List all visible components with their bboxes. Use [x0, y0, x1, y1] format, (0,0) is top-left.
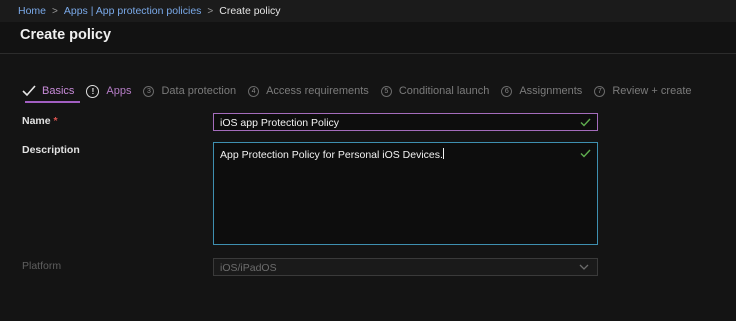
step-number-badge: 4 [248, 85, 260, 97]
info-icon: ! [86, 84, 100, 98]
tab-apps[interactable]: ! Apps [86, 84, 132, 98]
tab-conditional-launch[interactable]: 5 Conditional launch [380, 85, 490, 97]
active-tab-indicator [25, 101, 80, 103]
step-number-badge: 6 [501, 85, 513, 97]
name-label-text: Name [22, 115, 51, 127]
page-title: Create policy [20, 27, 112, 43]
step-number-badge: 7 [594, 85, 606, 97]
platform-select-value: iOS/iPadOS [220, 262, 277, 274]
platform-label: Platform [22, 260, 62, 272]
wizard-tabs: Basics ! Apps 3 Data protection 4 Access… [22, 80, 704, 102]
tab-data-protection[interactable]: 3 Data protection [143, 85, 236, 97]
chevron-right-icon: > [207, 5, 214, 17]
tab-label: Apps [106, 85, 132, 97]
name-field-value: iOS app Protection Policy [220, 117, 340, 129]
tab-review-create[interactable]: 7 Review + create [594, 85, 692, 97]
tab-label: Review + create [612, 85, 692, 97]
name-label: Name * [22, 115, 58, 127]
valid-check-icon [580, 149, 591, 158]
tab-label: Basics [42, 85, 75, 97]
step-number-badge: 3 [143, 85, 155, 97]
chevron-right-icon: > [52, 5, 58, 17]
step-number-badge: 5 [380, 85, 392, 97]
valid-check-icon [580, 118, 591, 127]
description-field[interactable]: App Protection Policy for Personal iOS D… [213, 142, 598, 245]
platform-select[interactable]: iOS/iPadOS [213, 258, 598, 276]
description-field-value: App Protection Policy for Personal iOS D… [220, 149, 443, 161]
required-marker: * [53, 115, 58, 127]
tab-label: Data protection [161, 85, 237, 97]
breadcrumb-app-protection-policies[interactable]: Apps | App protection policies [64, 5, 202, 17]
breadcrumb-current: Create policy [219, 5, 281, 17]
tab-label: Assignments [519, 85, 583, 97]
breadcrumb: Home > Apps | App protection policies > … [0, 0, 736, 22]
breadcrumb-home[interactable]: Home [18, 5, 46, 17]
chevron-down-icon [579, 264, 589, 270]
name-field[interactable]: iOS app Protection Policy [213, 113, 598, 131]
tab-access-requirements[interactable]: 4 Access requirements [248, 85, 369, 97]
check-icon [22, 85, 36, 97]
tab-label: Conditional launch [398, 85, 490, 97]
tab-label: Access requirements [266, 85, 369, 97]
text-cursor [442, 148, 444, 159]
description-label: Description [22, 144, 80, 156]
tab-basics[interactable]: Basics [22, 85, 74, 97]
tab-assignments[interactable]: 6 Assignments [501, 85, 582, 97]
